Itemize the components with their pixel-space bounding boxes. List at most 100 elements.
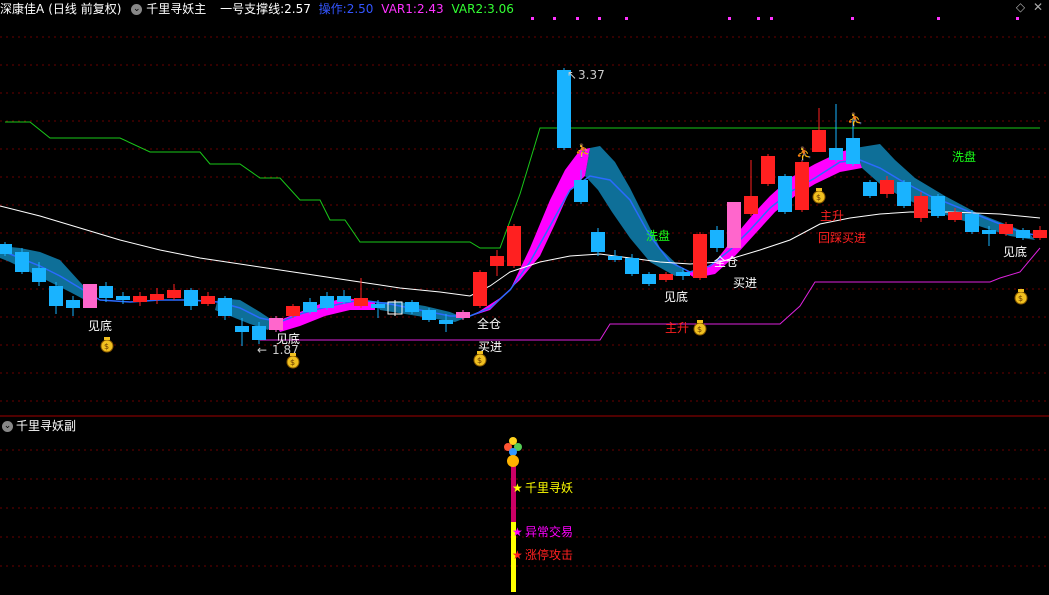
candle-body <box>574 180 588 202</box>
sub-chart-header: ⌄ 千里寻妖副 <box>0 418 76 434</box>
candle-body <box>15 252 29 272</box>
money-bag-icon: $ <box>693 320 707 336</box>
signal-dot <box>728 17 731 20</box>
candle-body <box>490 256 504 266</box>
candle-body <box>354 298 368 306</box>
annotation-7: 买进 <box>733 276 757 290</box>
candle-body <box>897 182 911 206</box>
signal-dot <box>937 17 940 20</box>
sub-star-icon: ★ <box>512 548 523 562</box>
candlesticks <box>0 68 1047 346</box>
candle-body <box>948 212 962 220</box>
candle-body <box>999 224 1013 234</box>
sub-indicator-name[interactable]: 千里寻妖副 <box>16 419 76 433</box>
candle-body <box>337 296 351 302</box>
candle-body <box>83 284 97 308</box>
candle-body <box>99 286 113 298</box>
candle-body <box>608 256 622 260</box>
runner-icon: ⛹ <box>575 142 591 159</box>
annotation-5: 见底 <box>664 289 688 304</box>
candle-body <box>405 302 419 312</box>
candle-body <box>422 310 436 320</box>
signal-dots <box>531 17 1019 20</box>
candle-body <box>456 312 470 318</box>
sub-star-icon: ★ <box>512 525 523 539</box>
annotation-12: 见底 <box>1003 244 1027 259</box>
annotation-1: 见底 <box>276 331 300 346</box>
candle-body <box>150 294 164 300</box>
candle-body <box>846 138 860 164</box>
runner-icon: ⛹ <box>847 111 863 128</box>
candle-body <box>235 326 249 332</box>
money-bag-icon: $ <box>100 337 114 353</box>
candle-body <box>795 162 809 210</box>
candle-body <box>965 214 979 232</box>
signal-dot <box>770 17 773 20</box>
candle-body <box>116 296 130 300</box>
signal-dot <box>851 17 854 20</box>
candle-body <box>439 320 453 324</box>
candle-body <box>303 302 317 312</box>
candle-body <box>863 182 877 196</box>
candle-body <box>591 232 605 252</box>
candle-body <box>812 130 826 152</box>
runner-icon: ⛹ <box>796 145 812 162</box>
annotation-11: 洗盘 <box>952 149 976 164</box>
candle-body <box>744 196 758 214</box>
annotation-10: 回踩买进 <box>818 231 866 245</box>
svg-text:$: $ <box>697 325 702 334</box>
sub-label-0: 千里寻妖 <box>525 481 573 495</box>
svg-text:$: $ <box>290 358 295 367</box>
signal-dot <box>598 17 601 20</box>
high-price-arrow: ↖ <box>567 68 577 82</box>
annotation-8: 主升 <box>665 321 689 335</box>
candle-body <box>880 180 894 194</box>
signal-dot <box>1016 17 1019 20</box>
candle-body <box>320 296 334 308</box>
svg-text:$: $ <box>104 342 109 351</box>
signal-dot <box>553 17 556 20</box>
sub-labels: ★ 千里寻妖 ★ 异常交易 ★ 涨停攻击 <box>512 481 573 562</box>
chevron-down-icon[interactable]: ⌄ <box>2 421 13 432</box>
candle-body <box>133 296 147 302</box>
annotation-4: 洗盘 <box>646 228 670 243</box>
money-bag-icon: $ <box>1014 289 1028 305</box>
candle-body <box>710 230 724 248</box>
annotation-9: 主升 <box>820 209 844 223</box>
candle-body <box>32 268 46 282</box>
candle-body <box>727 202 741 248</box>
low-price-arrow: ← <box>257 343 267 357</box>
candle-body <box>371 304 385 308</box>
candle-body <box>252 326 266 340</box>
signal-dot <box>625 17 628 20</box>
money-bag-icons: $ $ $ $ $ $ <box>100 188 1028 369</box>
candle-body <box>625 258 639 274</box>
candle-body <box>982 230 996 234</box>
candle-body <box>201 296 215 304</box>
sub-star-icon: ★ <box>512 481 523 495</box>
candle-body <box>1033 230 1047 238</box>
sub-signal-cluster-icon <box>504 437 522 467</box>
candle-body <box>761 156 775 184</box>
svg-text:$: $ <box>816 193 821 202</box>
signal-dot <box>757 17 760 20</box>
candle-body <box>778 176 792 212</box>
main-chart[interactable]: ↖ 3.37 ← 1.87 见底 见底 全仓 买进 洗盘 见底 全仓 买进 主升… <box>0 0 1049 595</box>
candle-body <box>642 274 656 284</box>
annotation-2: 全仓 <box>477 316 501 331</box>
candle-body <box>829 148 843 160</box>
candle-body <box>473 272 487 306</box>
candle-body <box>269 318 283 330</box>
candle-body <box>659 274 673 280</box>
annotation-6: 全仓 <box>714 254 738 269</box>
signal-dot <box>531 17 534 20</box>
candle-body <box>49 286 63 306</box>
candle-body <box>0 244 12 254</box>
candle-body <box>218 298 232 316</box>
candle-body <box>931 196 945 216</box>
svg-text:$: $ <box>477 356 482 365</box>
candle-body <box>184 290 198 306</box>
signal-dot <box>576 17 579 20</box>
candle-body <box>167 290 181 298</box>
candle-body <box>286 306 300 316</box>
